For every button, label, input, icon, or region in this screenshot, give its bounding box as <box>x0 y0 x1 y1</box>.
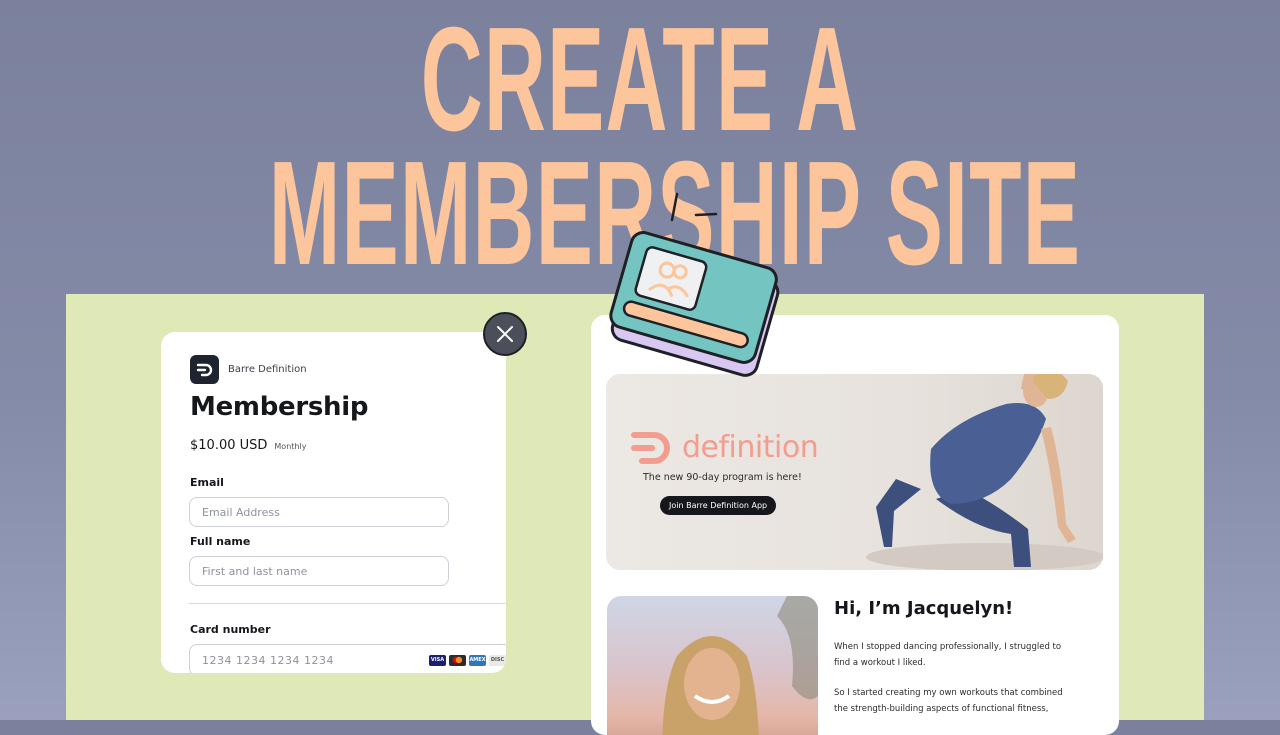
price: $10.00 USD <box>190 438 268 453</box>
discover-icon: DISC <box>489 654 506 666</box>
amex-icon: AMEX <box>469 654 486 666</box>
hero-banner: definition The new 90-day program is her… <box>606 374 1103 570</box>
visa-icon: VISA <box>429 654 446 666</box>
hero-wordmark: definition <box>682 430 819 465</box>
card-number-placeholder: 1234 1234 1234 1234 <box>202 653 334 667</box>
billing-period: Monthly <box>274 442 307 451</box>
checkout-title: Membership <box>190 392 369 422</box>
dancer-photo <box>866 374 1103 570</box>
jacquelyn-photo <box>607 596 818 735</box>
brand-logo-icon <box>190 355 219 384</box>
card-number-label: Card number <box>190 623 271 636</box>
about-paragraph-2-line-1: So I started creating my own workouts th… <box>834 688 1063 698</box>
close-icon <box>497 326 513 342</box>
about-paragraph-2-line-2: the strength-building aspects of functio… <box>834 704 1049 714</box>
email-field[interactable] <box>189 497 449 527</box>
about-paragraph-1-line-1: When I stopped dancing professionally, I… <box>834 642 1062 652</box>
about-paragraph-1-line-2: find a workout I liked. <box>834 658 926 668</box>
membership-card-icon <box>609 192 780 377</box>
card-number-field[interactable]: 1234 1234 1234 1234 VISA AMEX DISC <box>189 644 506 673</box>
hero-logo: definition <box>630 430 819 465</box>
divider <box>189 603 506 604</box>
hero-tagline: The new 90-day program is here! <box>643 472 802 483</box>
join-app-button[interactable]: Join Barre Definition App <box>660 496 777 515</box>
mastercard-icon <box>449 654 466 666</box>
full-name-label: Full name <box>190 535 251 548</box>
price-row: $10.00 USD Monthly <box>190 438 306 453</box>
card-brand-icons: VISA AMEX DISC <box>429 654 506 666</box>
brand-name: Barre Definition <box>228 364 307 375</box>
definition-logo-icon <box>631 431 670 464</box>
full-name-field[interactable] <box>189 556 449 586</box>
brand-row: Barre Definition <box>190 355 307 384</box>
email-label: Email <box>190 476 224 489</box>
about-title: Hi, I’m Jacquelyn! <box>834 598 1014 619</box>
close-button[interactable] <box>483 312 527 356</box>
checkout-card: Barre Definition Membership $10.00 USD M… <box>161 332 506 673</box>
